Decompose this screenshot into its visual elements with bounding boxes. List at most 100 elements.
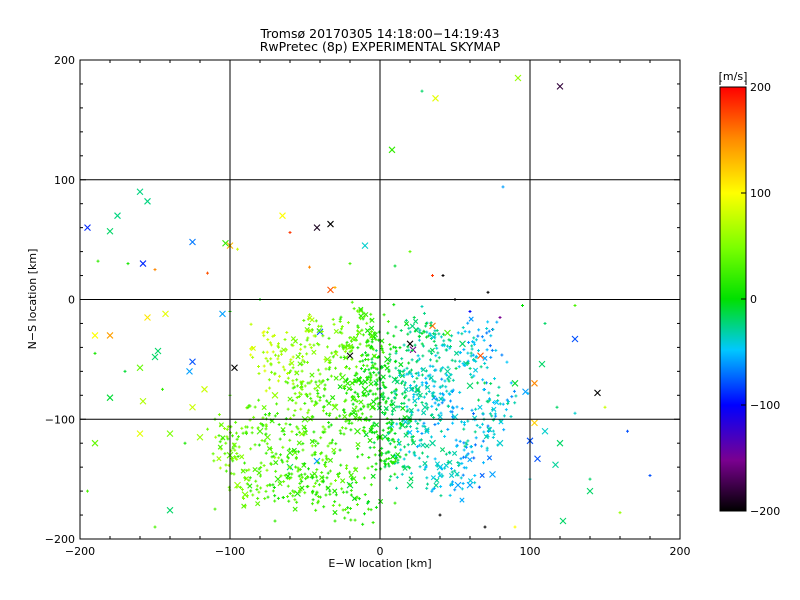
data-point-dot [297, 450, 301, 454]
data-point-x [346, 386, 352, 392]
data-point-x [511, 379, 519, 387]
data-point-dot [223, 426, 227, 430]
data-point-dot [340, 487, 344, 491]
data-point-x [368, 381, 374, 387]
data-point-dot [347, 367, 351, 371]
data-point-dot [422, 421, 426, 425]
data-point-dot [393, 501, 397, 505]
data-point-dot [433, 423, 437, 427]
data-point-dot [466, 439, 470, 443]
data-point-dot [363, 351, 367, 355]
data-point-dot [309, 346, 313, 350]
data-point-dot [393, 360, 397, 364]
data-point-dot [356, 455, 360, 459]
data-point-dot [318, 398, 322, 402]
data-point-dot [476, 334, 480, 338]
data-point-dot [276, 379, 280, 383]
data-point-dot [291, 494, 295, 498]
data-point-x [151, 353, 159, 361]
data-point-dot [417, 335, 421, 339]
data-point-dot [206, 427, 210, 431]
data-point-dot [325, 345, 329, 349]
data-point-dot [291, 379, 295, 383]
data-point-x [556, 439, 564, 447]
data-point-dot [386, 361, 390, 365]
plot-grid [80, 60, 680, 539]
data-point-x [413, 318, 419, 324]
data-point-dot [482, 430, 486, 434]
data-point-dot [374, 462, 378, 466]
data-point-dot [333, 519, 337, 523]
data-point-dot [126, 262, 130, 266]
data-point-x [330, 395, 336, 401]
data-point-dot [256, 496, 260, 500]
data-point-dot [293, 409, 297, 413]
data-point-x [370, 399, 377, 405]
data-point-dot [329, 482, 333, 486]
data-point-dot [235, 451, 239, 455]
data-point-dot [444, 452, 448, 456]
data-point-dot [417, 338, 421, 342]
data-point-dot [437, 332, 441, 336]
data-point-dot [407, 398, 411, 402]
data-point-dot [329, 423, 333, 427]
data-point-dot [322, 394, 326, 398]
data-point-dot [389, 347, 393, 351]
data-point-dot [459, 476, 463, 480]
data-point-dot [343, 350, 347, 354]
data-point-x [486, 455, 493, 461]
data-point-x [247, 483, 253, 489]
data-point-dot [345, 490, 349, 494]
data-point-dot [243, 461, 247, 465]
data-point-dot [328, 441, 332, 445]
data-point-dot [316, 368, 320, 372]
data-point-dot [374, 392, 378, 396]
data-point-dot [251, 493, 255, 497]
data-point-dot [480, 444, 484, 448]
data-point-dot [462, 427, 466, 431]
data-point-x [559, 517, 567, 525]
data-point-dot [466, 321, 470, 325]
data-point-dot [416, 354, 420, 358]
data-point-x [294, 370, 300, 376]
data-point-dot [416, 422, 420, 426]
data-point-dot [439, 411, 443, 415]
data-point-dot [288, 438, 292, 442]
data-point-dot [339, 463, 343, 467]
data-point-dot [438, 392, 442, 396]
data-point-dot [436, 351, 440, 355]
data-point-x [477, 352, 484, 360]
data-point-x [373, 422, 380, 428]
data-point-dot [282, 432, 286, 436]
y-tick-label: −100 [45, 413, 75, 426]
data-point-dot [393, 432, 397, 436]
data-point-dot [153, 268, 157, 272]
data-point-x [538, 360, 546, 368]
data-point-dot [266, 359, 270, 363]
data-point-dot [314, 444, 318, 448]
data-point-dot [413, 343, 417, 347]
data-point-dot [288, 362, 292, 366]
data-point-dot [481, 439, 485, 443]
data-point-dot [488, 344, 492, 348]
data-point-dot [313, 481, 317, 485]
data-point-dot [477, 349, 481, 353]
data-point-dot [442, 339, 446, 343]
data-point-dot [338, 320, 342, 324]
data-point-dot [275, 411, 279, 415]
data-point-dot [281, 445, 285, 449]
data-point-dot [381, 381, 385, 385]
data-point-dot [367, 455, 371, 459]
data-point-dot [618, 511, 622, 515]
data-point-dot [491, 429, 495, 433]
data-point-dot [439, 485, 443, 489]
data-point-dot [285, 459, 289, 463]
data-point-x [388, 146, 396, 154]
data-point-dot [347, 421, 351, 425]
data-point-dot [435, 346, 439, 350]
data-point-dot [494, 348, 498, 352]
data-point-dot [443, 379, 447, 383]
data-point-dot [481, 461, 485, 465]
data-point-dot [278, 374, 282, 378]
data-point-x [380, 374, 386, 380]
